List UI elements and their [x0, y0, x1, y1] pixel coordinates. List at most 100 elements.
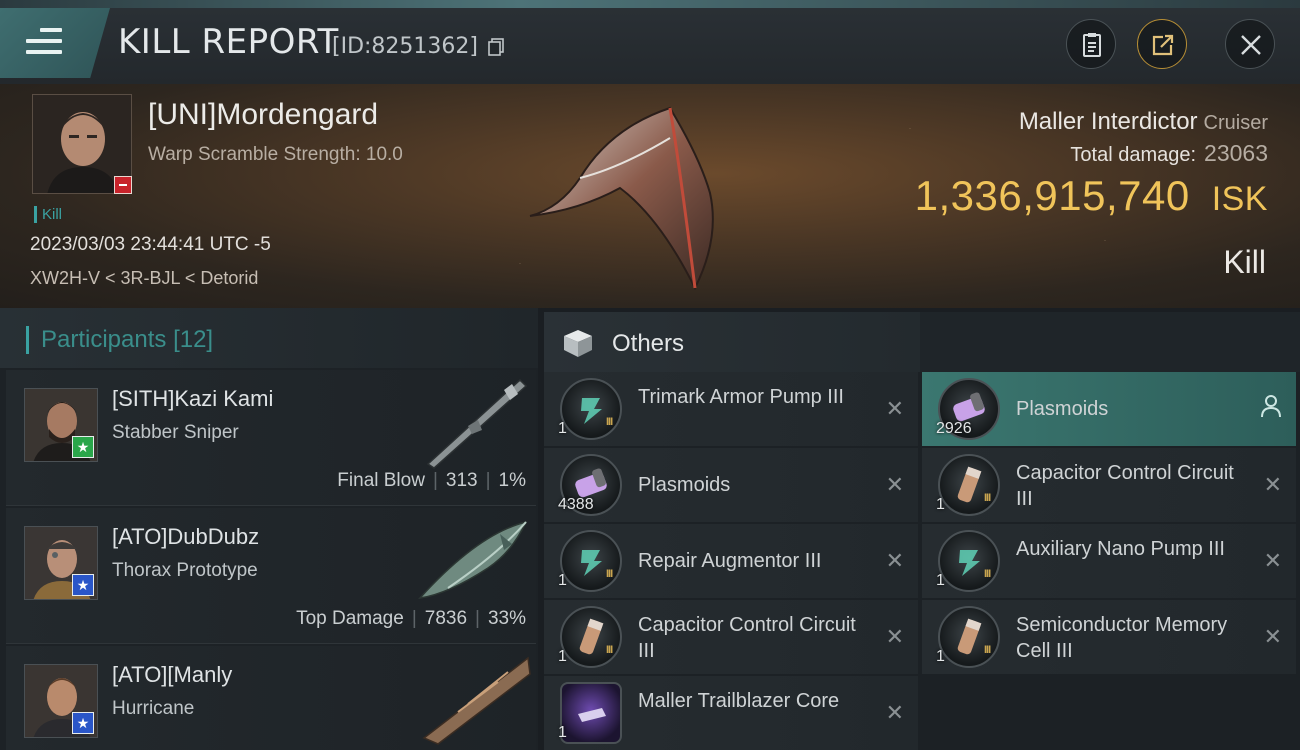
kill-tag: Kill [34, 206, 62, 223]
item-row[interactable]: 1 Maller Trailblazer Core ✕ [544, 676, 918, 750]
participant-role: Top Damage [296, 608, 404, 629]
kill-result-label: Kill [1223, 244, 1266, 280]
share-icon [1152, 34, 1174, 56]
participant-ship: Thorax Prototype [112, 560, 258, 581]
participant-ship-image[interactable] [408, 514, 532, 610]
participant-role: Final Blow [337, 470, 425, 491]
participant-damage: 7836 [424, 608, 468, 629]
others-title: Others [612, 330, 685, 357]
participants-panel: Participants [12] ★ [SITH]Kazi Kami Stab… [0, 308, 538, 750]
isk-value: 1,336,915,740 ISK [915, 172, 1268, 220]
rig-icon [560, 378, 622, 440]
victim-detail: Warp Scramble Strength: 10.0 [148, 144, 403, 165]
star-badge: ★ [72, 436, 94, 458]
item-row[interactable]: 1 III Capacitor Control Circuit III ✕ [544, 600, 918, 674]
participants-header: Participants [12] [0, 308, 538, 368]
isk-amount: 1,336,915,740 [914, 172, 1190, 219]
item-row[interactable]: 1 III Auxiliary Nano Pump III ✕ [922, 524, 1296, 598]
star-badge: ★ [72, 574, 94, 596]
capacitor-icon [560, 606, 622, 668]
item-row[interactable]: 1 III Trimark Armor Pump III ✕ [544, 372, 918, 446]
participant-name[interactable]: [ATO]DubDubz [112, 524, 259, 550]
participant-name[interactable]: [SITH]Kazi Kami [112, 386, 273, 412]
isk-unit: ISK [1211, 180, 1268, 218]
participant-stats: Top Damage | 7836 | 33% [296, 608, 526, 629]
report-button[interactable] [1066, 19, 1116, 69]
close-icon [1241, 35, 1261, 55]
item-quantity: 1 [936, 572, 945, 589]
item-quantity: 1 [936, 648, 945, 665]
participants-count: [12] [173, 326, 214, 353]
item-name: Maller Trailblazer Core [638, 690, 840, 712]
total-damage-value: 23063 [1204, 140, 1268, 166]
rig-icon [938, 530, 1000, 592]
copy-icon[interactable] [488, 38, 504, 56]
item-quantity: 4388 [558, 496, 594, 513]
item-name: Trimark Armor Pump III [638, 386, 844, 408]
top-accent-line [0, 0, 1300, 8]
capacitor-icon [938, 606, 1000, 668]
report-id: [ID:8251362] [332, 34, 478, 59]
item-row[interactable]: 1 III Semiconductor Memory Cell III ✕ [922, 600, 1296, 674]
item-row[interactable]: 4388 Plasmoids ✕ [544, 448, 918, 522]
hamburger-icon [26, 28, 62, 56]
destroyed-x-icon: ✕ [885, 396, 904, 421]
participants-title: Participants [12] [26, 326, 213, 354]
participant-percent: 33% [487, 608, 526, 629]
participant-row[interactable]: ★ [SITH]Kazi Kami Stabber Sniper Final B… [6, 370, 536, 506]
participant-ship-image[interactable] [408, 376, 532, 472]
tier-label: III [606, 568, 613, 580]
item-quantity: 1 [936, 496, 945, 513]
kill-banner: [UNI]Mordengard Warp Scramble Strength: … [0, 84, 1300, 308]
item-quantity: 1 [558, 724, 567, 741]
item-row[interactable]: 1 III Capacitor Control Circuit III ✕ [922, 448, 1296, 522]
victim-name[interactable]: [UNI]Mordengard [148, 98, 378, 132]
item-quantity: 1 [558, 648, 567, 665]
item-name: Repair Augmentor III [638, 550, 822, 572]
ship-name-text: Maller Interdictor [1018, 108, 1198, 135]
capacitor-icon [938, 454, 1000, 516]
item-name: Capacitor Control Circuit III [638, 614, 856, 662]
others-panel: Others 1 III Trimark Armor Pump III ✕ 43… [544, 312, 1300, 750]
others-header: Others [544, 312, 920, 372]
share-button[interactable] [1137, 19, 1187, 69]
participant-ship-image[interactable] [408, 652, 532, 748]
participant-row[interactable]: ★ [ATO][Manly Hurricane [6, 646, 536, 750]
item-name: Plasmoids [1016, 398, 1109, 420]
tier-label: III [984, 568, 991, 580]
core-icon [560, 682, 622, 744]
item-row[interactable]: 2926 Plasmoids [922, 372, 1296, 446]
participant-damage: 313 [445, 470, 478, 491]
close-button[interactable] [1225, 19, 1275, 69]
page-title: KILL REPORT [118, 22, 339, 62]
destroyed-x-icon: ✕ [885, 624, 904, 649]
star-badge: ★ [72, 712, 94, 734]
item-name: Plasmoids [638, 474, 731, 496]
participant-ship: Stabber Sniper [112, 422, 239, 443]
ship-class: Cruiser [1203, 112, 1268, 134]
cargo-box-icon [564, 330, 592, 357]
participant-percent: 1% [498, 470, 526, 491]
header-bar: KILL REPORT [ID:8251362] [0, 8, 1300, 84]
rig-icon [560, 530, 622, 592]
participant-stats: Final Blow | 313 | 1% [337, 470, 526, 491]
destroyed-x-icon: ✕ [1263, 472, 1282, 497]
tier-label: III [606, 644, 613, 656]
menu-button[interactable] [0, 8, 110, 78]
kill-timestamp: 2023/03/03 23:44:41 UTC -5 [30, 234, 271, 255]
item-quantity: 1 [558, 572, 567, 589]
participant-name[interactable]: [ATO][Manly [112, 662, 232, 688]
person-icon [1261, 395, 1281, 418]
participant-ship: Hurricane [112, 698, 195, 719]
destroyed-x-icon: ✕ [1263, 624, 1282, 649]
item-name: Auxiliary Nano Pump III [1016, 538, 1225, 560]
victim-ship-image[interactable] [520, 98, 750, 298]
item-name: Semiconductor Memory Cell III [1016, 614, 1228, 662]
total-damage: Total damage: 23063 [1070, 140, 1268, 167]
tier-label: III [984, 644, 991, 656]
tier-label: III [984, 492, 991, 504]
victim-ship-name[interactable]: Maller Interdictor Cruiser [1019, 108, 1268, 136]
participant-row[interactable]: ★ [ATO]DubDubz Thorax Prototype Top Dama… [6, 508, 536, 644]
item-row[interactable]: 1 III Repair Augmentor III ✕ [544, 524, 918, 598]
kill-location[interactable]: XW2H-V < 3R-BJL < Detorid [30, 268, 258, 289]
